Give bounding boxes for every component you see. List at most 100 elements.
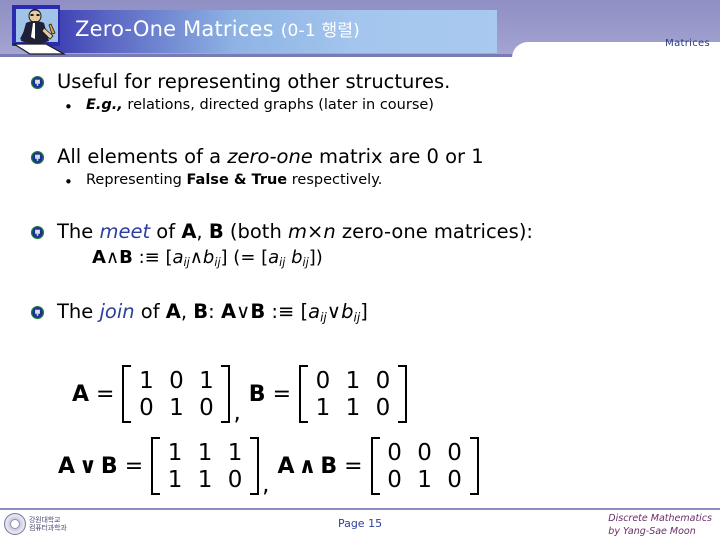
- matrix-b-equals: =: [272, 381, 291, 407]
- cell: 1: [167, 439, 183, 466]
- cell: 0: [447, 439, 462, 466]
- meet-formula-a2-elem: a: [268, 246, 280, 268]
- sub-bullet-1-lead: E.g.,: [86, 97, 123, 113]
- bullet-item-2: All elements of a zero-one matrix are 0 …: [0, 145, 720, 168]
- cell: 1: [345, 367, 361, 394]
- matrix-b-definition: B = 0 1 0 1 1 0: [249, 365, 408, 423]
- cell: 1: [417, 466, 432, 493]
- join-result-equals: =: [124, 453, 144, 479]
- meet-formula: A∧B :≡ [aij∧bij] (= [aij bij]): [0, 247, 720, 269]
- bullet-3-matrix-a: A: [181, 219, 197, 243]
- bullet-4-matrix-b: B: [193, 300, 209, 324]
- slide-title-main: Zero-One Matrices: [75, 17, 274, 41]
- sub-bullet-2-amp: &: [228, 172, 252, 189]
- matrix-b-label: B: [248, 381, 266, 407]
- course-credit: Discrete Mathematics by Yang-Sae Moon: [608, 513, 712, 539]
- join-formula-defines: :≡ [: [265, 300, 309, 324]
- meet-result-a: A: [277, 453, 295, 479]
- bullet-4-comma: ,: [180, 300, 194, 324]
- bullet-item-3: The meet of A, B (both m×n zero-one matr…: [0, 220, 720, 243]
- sub-bullet-2-b: respectively.: [287, 172, 383, 189]
- matrix-join-result: A ∨ B = 1 1 1 1 1 0: [58, 437, 260, 495]
- person-writing-icon: [11, 5, 67, 55]
- cell: 1: [169, 394, 184, 421]
- bullet-3-the: The: [57, 219, 100, 243]
- bullet-4-matrix-a: A: [165, 300, 181, 324]
- bullet-3-times: ×: [307, 219, 324, 243]
- slide-title: Zero-One Matrices (0-1 행렬): [75, 16, 505, 41]
- meet-result-b: B: [320, 453, 338, 479]
- meet-formula-op: ∧: [105, 246, 120, 268]
- sub-bullet-2-a: Representing: [86, 172, 187, 189]
- matrix-b-grid: 0 1 0 1 1 0: [308, 367, 398, 421]
- join-result-op: ∨: [79, 453, 97, 479]
- bullet-4-term-join: join: [99, 300, 135, 324]
- cell: 0: [139, 394, 154, 421]
- meet-result-op: ∧: [298, 453, 317, 479]
- join-formula-op2: ∨: [326, 300, 342, 324]
- matrix-meet-result: A ∧ B = 0 0 0 0 1 0: [277, 437, 479, 495]
- cell: 0: [375, 367, 391, 394]
- header-topic-label: Matrices: [665, 38, 710, 49]
- bullet-item-4: The join of A, B: A∨B :≡ [aij∨bij]: [0, 300, 720, 325]
- bullet-3-of: of: [150, 219, 182, 243]
- globe-bullet-icon: [30, 305, 45, 320]
- join-formula-op: ∨: [236, 300, 251, 324]
- matrix-separator: ,: [233, 400, 241, 426]
- meet-result-equals: =: [344, 453, 363, 479]
- cell: 0: [375, 394, 391, 421]
- meet-formula-a: A: [92, 246, 106, 268]
- bullet-3-matrix-b: B: [208, 219, 224, 243]
- cell: 1: [197, 439, 213, 466]
- cell: 1: [345, 394, 361, 421]
- cell: 1: [315, 394, 331, 421]
- sub-bullet-1: • E.g., relations, directed graphs (late…: [0, 97, 720, 116]
- join-formula-b: B: [250, 300, 266, 324]
- slide-body: Useful for representing other structures…: [0, 70, 720, 329]
- cell: 0: [227, 466, 243, 493]
- bullet-2-text-b: matrix are 0 or 1: [312, 145, 484, 169]
- join-formula-b-elem: b: [341, 300, 354, 324]
- meet-formula-defines: :≡ [: [132, 246, 173, 268]
- cell: 0: [387, 466, 402, 493]
- join-formula-a-elem: a: [308, 300, 321, 324]
- bullet-3-tail-a: (both: [223, 219, 289, 243]
- bullet-3-comma: ,: [196, 219, 209, 243]
- header-band-shadow: [0, 54, 516, 57]
- cell: 1: [199, 367, 214, 394]
- matrix-row-results: A ∨ B = 1 1 1 1 1 0 , A ∧ B = 0 0 0 0 1 …: [0, 430, 720, 502]
- meet-formula-close: ] (= [: [220, 246, 269, 268]
- matrix-examples: A = 1 0 1 0 1 0 , B = 0 1 0 1 1 0 A ∨ B …: [0, 358, 720, 502]
- cell: 1: [139, 367, 154, 394]
- bullet-4-colon: :: [208, 300, 221, 324]
- join-result-a: A: [58, 453, 76, 479]
- bullet-4-of: of: [134, 300, 166, 324]
- slide-title-korean: (0-1 행렬): [280, 21, 361, 41]
- cell: 1: [197, 466, 213, 493]
- dot-bullet-icon: •: [64, 173, 73, 192]
- bullet-1-text: Useful for representing other structures…: [57, 70, 451, 93]
- cell: 0: [447, 466, 462, 493]
- meet-formula-op2: ∧: [189, 246, 203, 268]
- dot-bullet-icon: •: [64, 98, 73, 116]
- sub-bullet-2-false: False: [186, 172, 229, 189]
- meet-formula-b2-elem: b: [291, 246, 303, 268]
- course-title: Discrete Mathematics: [608, 513, 712, 524]
- join-formula-a-index: ij: [320, 310, 327, 325]
- bullet-3-dim-n: n: [323, 219, 336, 243]
- cell: 0: [387, 439, 402, 466]
- matrix-a-grid: 1 0 1 0 1 0: [131, 367, 221, 421]
- join-formula-a: A: [220, 300, 237, 324]
- meet-formula-b: B: [119, 246, 133, 268]
- meet-result-bracket: 0 0 0 0 1 0: [370, 437, 479, 495]
- cell: 1: [167, 466, 183, 493]
- cell: 0: [199, 394, 214, 421]
- matrix-a-equals: =: [96, 381, 115, 407]
- bullet-4-the: The: [57, 300, 100, 324]
- meet-result-grid: 0 0 0 0 1 0: [380, 439, 470, 493]
- bullet-3-dim-m: m: [288, 219, 308, 243]
- matrix-b-bracket: 0 1 0 1 1 0: [299, 365, 407, 423]
- slide-footer: 강원대학교 컴퓨터과학과 Page 15 Discrete Mathematic…: [0, 510, 720, 540]
- sub-bullet-2-true: True: [251, 172, 288, 189]
- join-result-grid: 1 1 1 1 1 0: [160, 439, 250, 493]
